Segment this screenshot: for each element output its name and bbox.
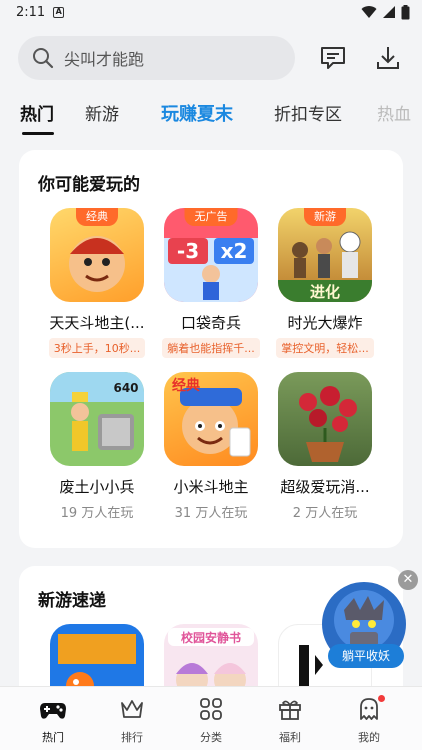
section-title-new: 新游速递 [38,591,106,611]
section-title-recommend: 你可能爱玩的 [38,175,140,195]
tab-discount[interactable]: 折扣专区 [274,100,342,125]
floating-ad-label[interactable]: 躺平收妖 [328,644,404,668]
app-name: 时光大爆炸 [287,314,363,332]
recommend-card: 你可能爱玩的 经典 天天斗地主(... 3秒上手，10秒... -3 x2 无广告… [19,150,403,548]
nav-label: 排行 [121,731,143,744]
player-count: 31 万人在玩 [174,506,248,521]
tab-summer-promo[interactable]: 玩赚夏末 [161,100,233,126]
app-tag: 躺着也能指挥千... [162,338,260,358]
notification-dot [378,695,385,702]
app-item[interactable]: 超级爱玩消... 2 万人在玩 [265,372,385,521]
app-name: 天天斗地主(... [49,314,145,332]
status-bar: 2:11 A [0,0,422,24]
nav-label: 我的 [358,731,380,744]
icon-caption: 进化 [310,283,340,301]
evolution-icon: 进化 新游 [278,208,372,302]
icon-caption: 经典 [172,377,200,394]
app-name: 超级爱玩消... [280,478,370,496]
app-item[interactable]: 经典 天天斗地主(... 3秒上手，10秒... [37,208,157,362]
badge: 新游 [304,208,346,226]
tab-hot[interactable]: 热门 [20,100,54,125]
badge: 经典 [76,208,118,226]
gamepad-icon [40,703,66,719]
app-tag: 3秒上手，10秒... [48,338,146,358]
nav-mine[interactable]: 我的 [339,695,399,745]
mi-doudizhu-icon: 经典 [164,372,258,466]
nav-label: 福利 [279,731,301,744]
nav-label: 热门 [42,731,64,744]
wifi-icon [361,6,377,19]
app-item[interactable]: 640 废土小小兵 19 万人在玩 [37,372,157,521]
app-tag: 掌控文明，轻松... [276,338,374,358]
battery-icon [401,4,410,19]
nav-ranking[interactable]: 排行 [102,695,162,745]
tab-indicator [22,132,54,135]
rose-icon [278,372,372,466]
wasteland-icon: 640 [50,372,144,466]
icon-caption: 校园安静书 [181,630,241,645]
signal-icon [383,6,395,18]
doudizhu-icon: 经典 [50,208,144,302]
status-time: 2:11 [16,4,46,20]
nav-hot[interactable]: 热门 [23,695,83,745]
pocket-army-icon: -3 x2 无广告 [164,208,258,302]
gift-icon [279,700,301,720]
app-item[interactable]: -3 x2 无广告 口袋奇兵 躺着也能指挥千... [151,208,271,362]
app-name: 口袋奇兵 [180,314,241,332]
nav-category[interactable]: 分类 [181,695,241,745]
svg-text:x2: x2 [221,239,248,263]
search-icon [33,48,54,69]
download-icon[interactable] [374,44,402,72]
app-name: 小米斗地主 [173,478,249,496]
tab-hot-blood[interactable]: 热血 [377,100,411,125]
app-name: 废土小小兵 [59,478,135,496]
message-icon[interactable] [319,44,347,72]
search-bar[interactable]: 尖叫才能跑 [18,36,295,80]
a-icon: A [53,6,65,18]
search-placeholder: 尖叫才能跑 [64,50,145,69]
player-count: 19 万人在玩 [60,506,134,521]
category-tabs: 热门 新游 玩赚夏末 折扣专区 热血 [0,96,422,136]
svg-text:-3: -3 [177,239,199,263]
badge: 无广告 [184,208,238,226]
close-ad-button[interactable]: ✕ [398,570,418,590]
crown-icon [121,700,143,718]
app-item[interactable]: 进化 新游 时光大爆炸 掌控文明，轻松... [265,208,385,362]
bottom-nav: 热门 排行 分类 福利 我的 [0,686,422,750]
nav-welfare[interactable]: 福利 [260,695,320,745]
grid-icon [200,698,222,720]
player-count: 2 万人在玩 [292,506,358,521]
icon-caption: 640 [113,381,138,395]
app-item[interactable]: 经典 小米斗地主 31 万人在玩 [151,372,271,521]
nav-label: 分类 [200,731,222,744]
tab-new[interactable]: 新游 [85,100,119,125]
